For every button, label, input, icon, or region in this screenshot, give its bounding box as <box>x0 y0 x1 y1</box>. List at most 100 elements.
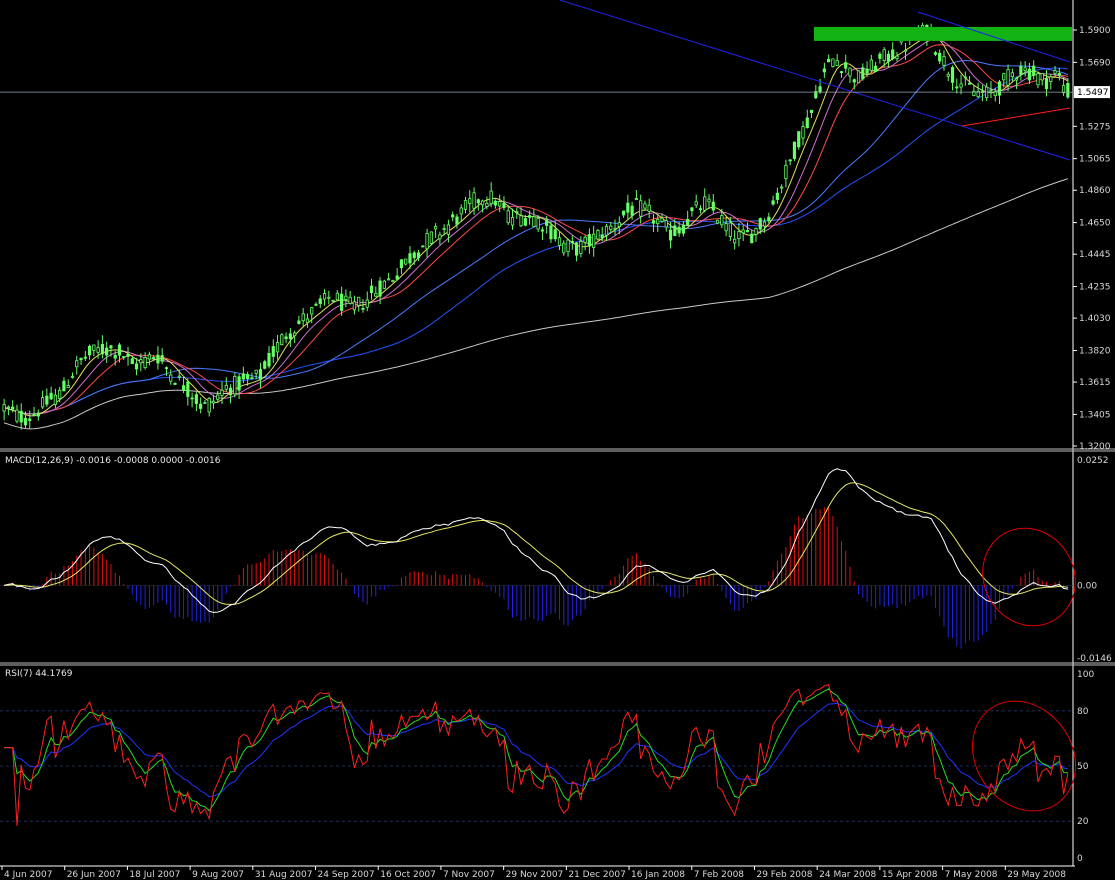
candle-body <box>690 207 694 212</box>
candle-body <box>143 357 147 369</box>
candle-body <box>1057 73 1061 76</box>
candle-body <box>592 233 596 248</box>
candle-body <box>839 71 844 73</box>
candle-body <box>600 234 604 239</box>
candle-body <box>758 218 762 230</box>
candle-body <box>429 231 433 244</box>
candle-body <box>100 344 104 355</box>
candle-body <box>1049 76 1053 82</box>
candle-body <box>852 79 856 83</box>
price-tick-label: 1.5900 <box>1079 26 1111 36</box>
candle-body <box>62 380 66 392</box>
candle-body <box>673 225 677 236</box>
price-tick-label: 1.3820 <box>1079 346 1111 356</box>
candle-body <box>1053 70 1057 74</box>
candle-body <box>711 201 715 211</box>
candle-body <box>1010 72 1014 78</box>
candle-body <box>540 229 545 232</box>
candle-body <box>92 344 96 351</box>
macd-tick-label: 0.0252 <box>1077 456 1109 466</box>
candle-body <box>515 211 519 214</box>
candle-body <box>250 377 254 380</box>
rsi-line <box>4 683 1069 827</box>
candle-body <box>668 229 673 241</box>
candle-body <box>844 62 848 69</box>
candle-body <box>28 418 32 421</box>
candle-body <box>463 200 468 210</box>
time-tick-label: 9 Aug 2007 <box>192 870 244 880</box>
candle-body <box>613 227 617 230</box>
candle-body <box>58 389 62 399</box>
candle-body <box>327 296 331 299</box>
candle-body <box>228 387 233 396</box>
candle-body <box>609 225 613 230</box>
candle-body <box>681 224 685 234</box>
candle-body <box>942 56 946 66</box>
candle-body <box>1036 73 1040 86</box>
candle-body <box>387 278 391 281</box>
candle-body <box>1019 65 1023 75</box>
candle-body <box>762 221 767 227</box>
candle-body <box>130 358 134 365</box>
candle-body <box>49 392 53 400</box>
candle-body <box>241 373 245 380</box>
candle-body <box>557 237 562 246</box>
candle-body <box>523 218 527 226</box>
candle-body <box>933 52 938 55</box>
candle-body <box>510 217 515 226</box>
candle-body <box>1015 78 1019 81</box>
candle-body <box>733 238 737 244</box>
candle-body <box>938 52 942 62</box>
candle-body <box>724 223 728 232</box>
candle-body <box>741 229 745 234</box>
macd-panel: 0.0252 0.00 -0.0146 <box>0 456 1112 664</box>
candle-body <box>767 216 771 222</box>
candle-body <box>754 228 758 235</box>
candle-body <box>997 81 1002 96</box>
resistance-zone <box>814 26 1072 41</box>
candle-body <box>194 394 198 404</box>
candle-body <box>318 298 322 305</box>
candle-body <box>404 258 408 265</box>
time-tick-label: 24 Mar 2008 <box>819 870 876 880</box>
candle-body <box>96 347 100 353</box>
candle-body <box>152 357 156 359</box>
candle-body <box>399 259 404 269</box>
candle-body <box>545 219 549 226</box>
candle-body <box>874 65 878 72</box>
candle-body <box>489 190 493 205</box>
time-tick-label: 7 May 2008 <box>945 870 998 880</box>
candle-body <box>425 233 429 250</box>
candle-body <box>498 201 502 207</box>
candle-body <box>275 342 280 353</box>
candle-body <box>2 404 6 412</box>
candle-body <box>305 318 310 324</box>
rsi-line <box>4 688 1068 812</box>
candle-body <box>485 203 489 207</box>
candle-body <box>203 402 207 404</box>
candle-body <box>643 203 647 209</box>
candle-body <box>596 229 600 240</box>
candle-body <box>258 369 263 380</box>
candle-body <box>963 76 967 79</box>
candle-body <box>75 360 79 368</box>
candle-body <box>686 218 690 226</box>
candle-body <box>181 385 186 391</box>
candle-body <box>570 241 574 243</box>
candle-body <box>664 220 668 228</box>
candle-body <box>822 68 826 73</box>
candle-body <box>809 109 814 113</box>
candle-body <box>117 344 122 356</box>
candle-body <box>647 204 651 212</box>
candle-body <box>549 225 553 240</box>
candle-body <box>955 86 959 89</box>
price-tick-label: 1.4445 <box>1079 250 1111 260</box>
candle-body <box>865 68 869 74</box>
macd-tick-label: -0.0146 <box>1077 654 1112 664</box>
candle-body <box>720 215 724 226</box>
candle-body <box>946 73 950 77</box>
candle-body <box>53 394 58 405</box>
candle-body <box>1061 85 1066 94</box>
candle-body <box>15 409 19 422</box>
candle-body <box>527 215 532 218</box>
